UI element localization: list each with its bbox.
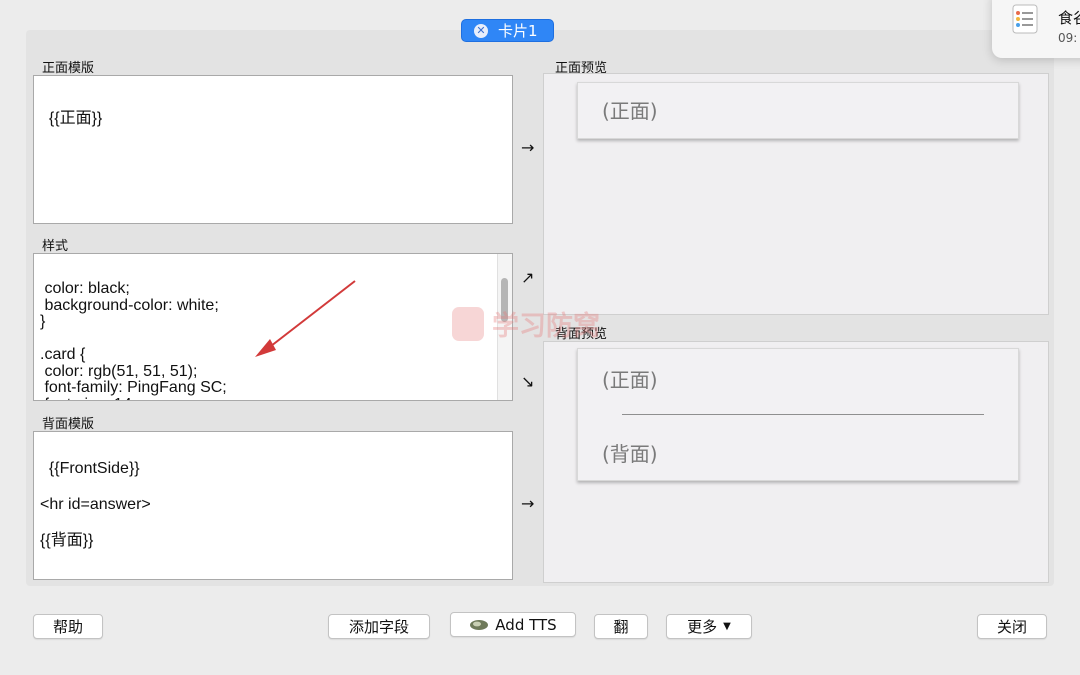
annotation-arrow-icon	[255, 280, 356, 357]
